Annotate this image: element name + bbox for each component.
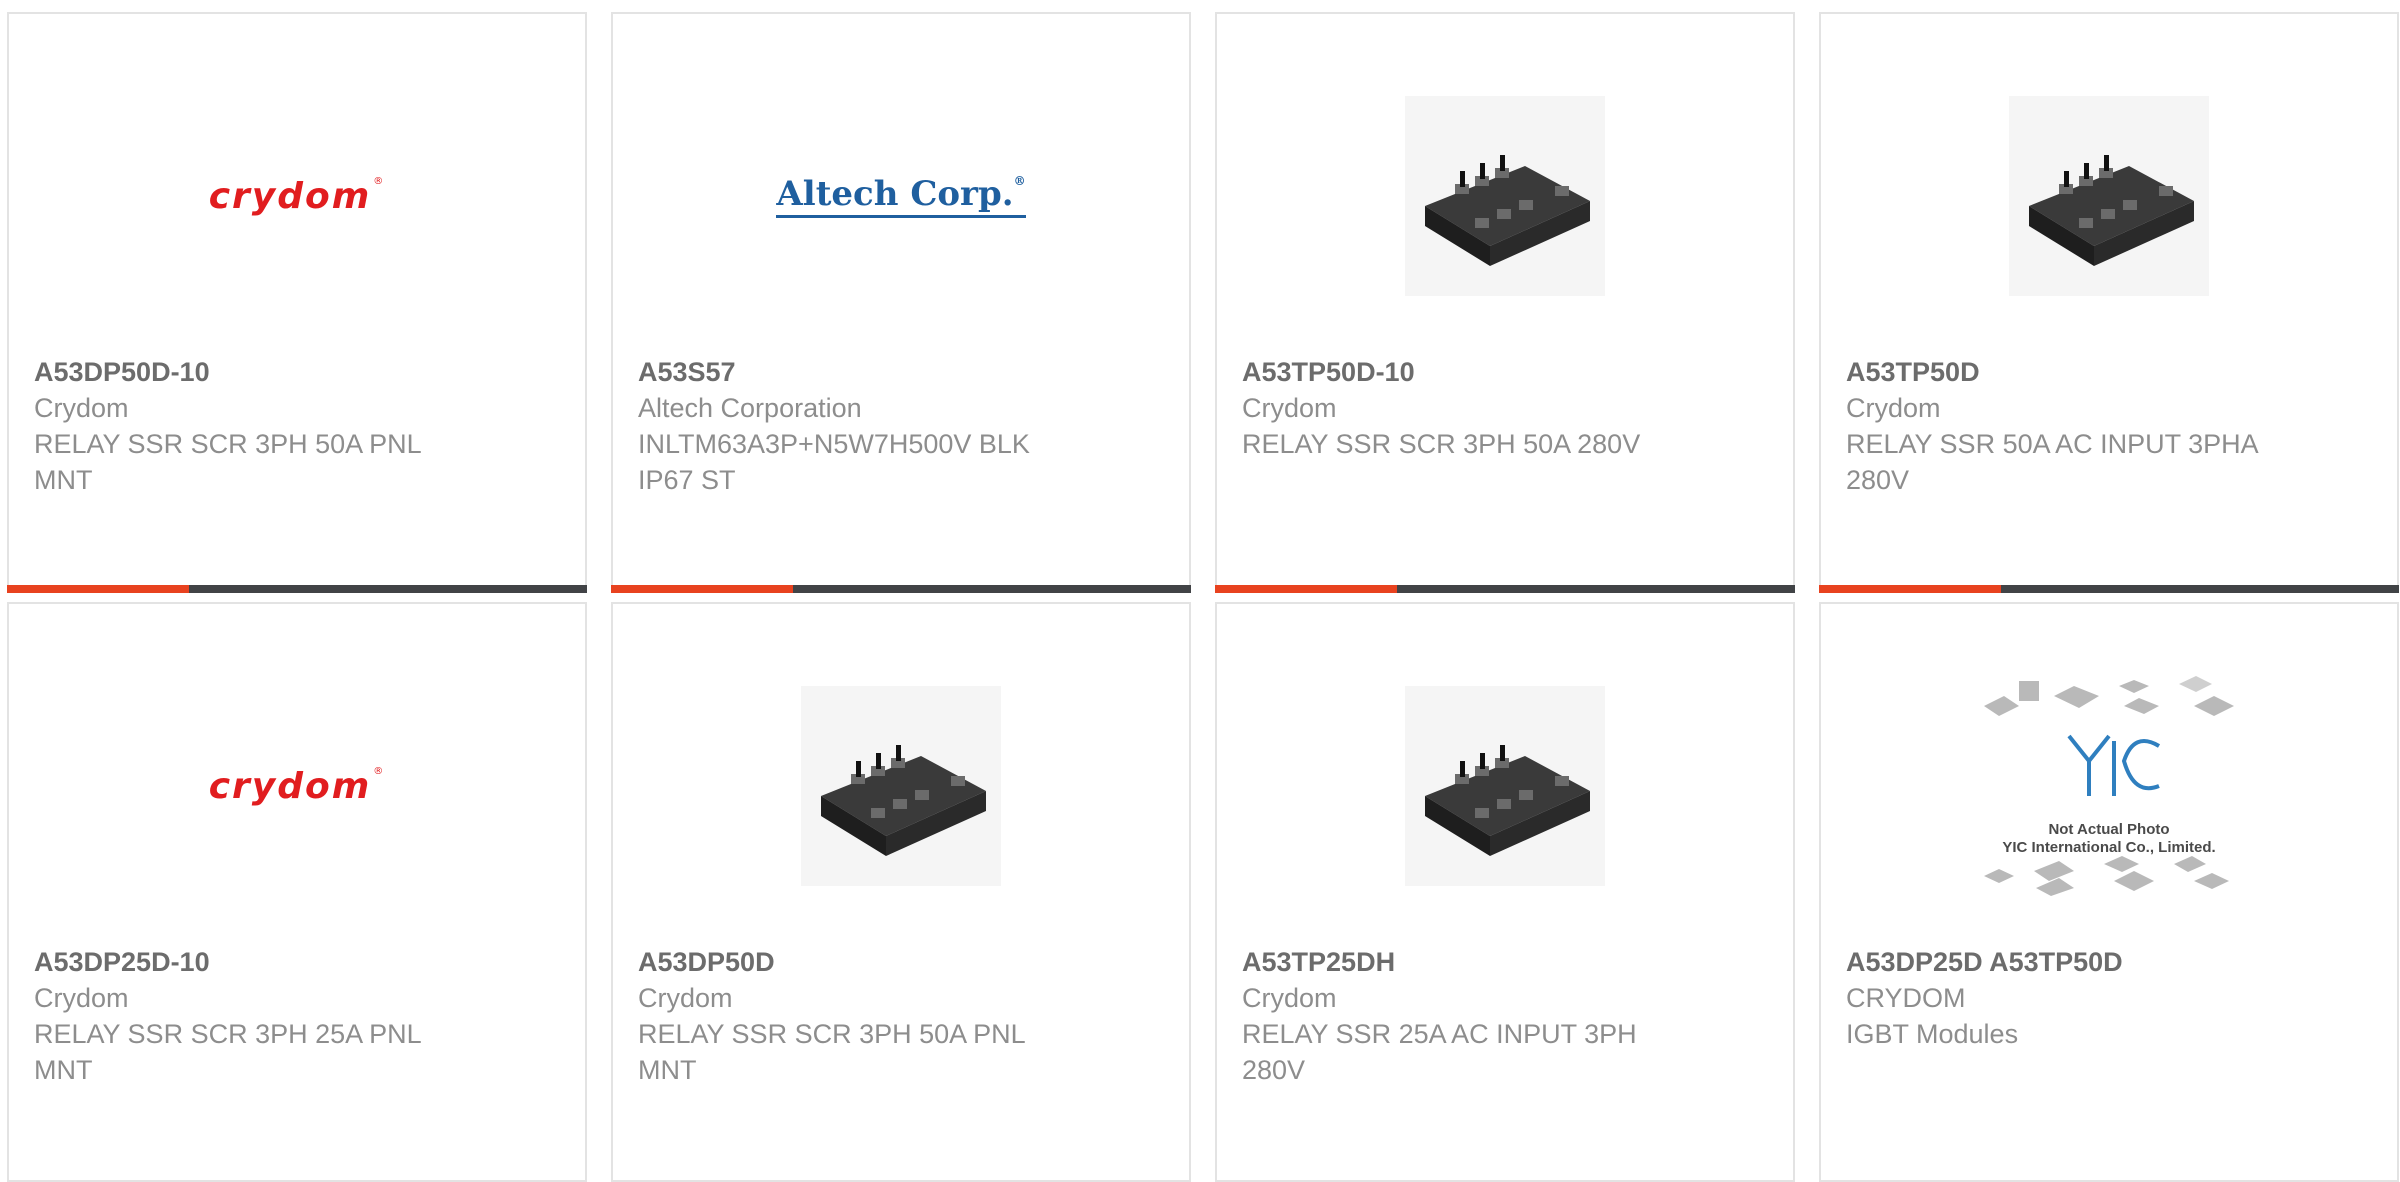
product-card[interactable]: A53TP50D Crydom RELAY SSR 50A AC INPUT 3…	[1819, 12, 2399, 593]
product-card[interactable]: crydom ® A53DP50D-10 Crydom RELAY SSR SCR…	[7, 12, 587, 593]
product-thumbnail[interactable]	[1217, 76, 1793, 316]
description: RELAY SSR SCR 3PH 50A 280V	[1242, 429, 1641, 459]
product-card[interactable]: Not Actual Photo YIC International Co., …	[1819, 602, 2399, 1182]
card-bottom-bar	[1215, 585, 1795, 593]
manufacturer: Crydom	[1242, 983, 1337, 1013]
manufacturer: Crydom	[1242, 393, 1337, 423]
product-thumbnail[interactable]: Not Actual Photo YIC International Co., …	[1821, 666, 2397, 906]
part-number[interactable]: A53TP50D-10	[1242, 354, 1768, 390]
manufacturer: CRYDOM	[1846, 983, 1966, 1013]
description: RELAY SSR SCR 3PH 50A PNL MNT	[34, 429, 421, 495]
description: RELAY SSR SCR 3PH 25A PNL MNT	[34, 1019, 421, 1085]
part-number[interactable]: A53TP50D	[1846, 354, 2372, 390]
card-bottom-bar	[1819, 585, 2399, 593]
manufacturer: Crydom	[34, 393, 129, 423]
product-thumbnail[interactable]	[613, 666, 1189, 906]
description: RELAY SSR SCR 3PH 50A PNL MNT	[638, 1019, 1025, 1085]
part-number[interactable]: A53DP25D-10	[34, 944, 560, 980]
product-thumbnail[interactable]	[1217, 666, 1793, 906]
card-accent	[611, 585, 793, 593]
manufacturer: Crydom	[1846, 393, 1941, 423]
product-card[interactable]: A53TP50D-10 Crydom RELAY SSR SCR 3PH 50A…	[1215, 12, 1795, 593]
part-number[interactable]: A53S57	[638, 354, 1164, 390]
part-number[interactable]: A53DP50D	[638, 944, 1164, 980]
card-bottom-bar	[611, 585, 1191, 593]
card-accent	[1819, 585, 2001, 593]
yic-caption: Not Actual Photo YIC International Co., …	[2002, 821, 2216, 856]
crydom-logo: crydom ®	[208, 765, 386, 807]
product-thumbnail[interactable]	[1821, 76, 2397, 316]
relay-photo	[1405, 686, 1605, 886]
description: IGBT Modules	[1846, 1019, 2019, 1049]
crydom-logo: crydom ®	[208, 175, 386, 217]
product-thumbnail[interactable]: Altech Corp.®	[613, 76, 1189, 316]
relay-photo	[1405, 96, 1605, 296]
card-accent	[1215, 585, 1397, 593]
product-grid: crydom ® A53DP50D-10 Crydom RELAY SSR SCR…	[0, 0, 2400, 1182]
manufacturer: Crydom	[638, 983, 733, 1013]
part-number[interactable]: A53DP25D A53TP50D	[1846, 944, 2372, 980]
description: INLTM63A3P+N5W7H500V BLK IP67 ST	[638, 429, 1030, 495]
product-card[interactable]: crydom ® A53DP25D-10 Crydom RELAY SSR SCR…	[7, 602, 587, 1182]
product-thumbnail[interactable]: crydom ®	[9, 76, 585, 316]
product-card[interactable]: A53TP25DH Crydom RELAY SSR 25A AC INPUT …	[1215, 602, 1795, 1182]
product-thumbnail[interactable]: crydom ®	[9, 666, 585, 906]
description: RELAY SSR 50A AC INPUT 3PHA 280V	[1846, 429, 2258, 495]
product-card[interactable]: Altech Corp.® A53S57 Altech Corporation …	[611, 12, 1191, 593]
manufacturer: Altech Corporation	[638, 393, 862, 423]
description: RELAY SSR 25A AC INPUT 3PH 280V	[1242, 1019, 1637, 1085]
relay-photo	[2009, 96, 2209, 296]
card-bottom-bar	[7, 585, 587, 593]
card-accent	[7, 585, 189, 593]
product-card[interactable]: A53DP50D Crydom RELAY SSR SCR 3PH 50A PN…	[611, 602, 1191, 1182]
yic-placeholder-image: Not Actual Photo YIC International Co., …	[1974, 666, 2244, 906]
manufacturer: Crydom	[34, 983, 129, 1013]
part-number[interactable]: A53TP25DH	[1242, 944, 1768, 980]
relay-photo	[801, 686, 1001, 886]
part-number[interactable]: A53DP50D-10	[34, 354, 560, 390]
altech-logo: Altech Corp.®	[776, 174, 1026, 218]
